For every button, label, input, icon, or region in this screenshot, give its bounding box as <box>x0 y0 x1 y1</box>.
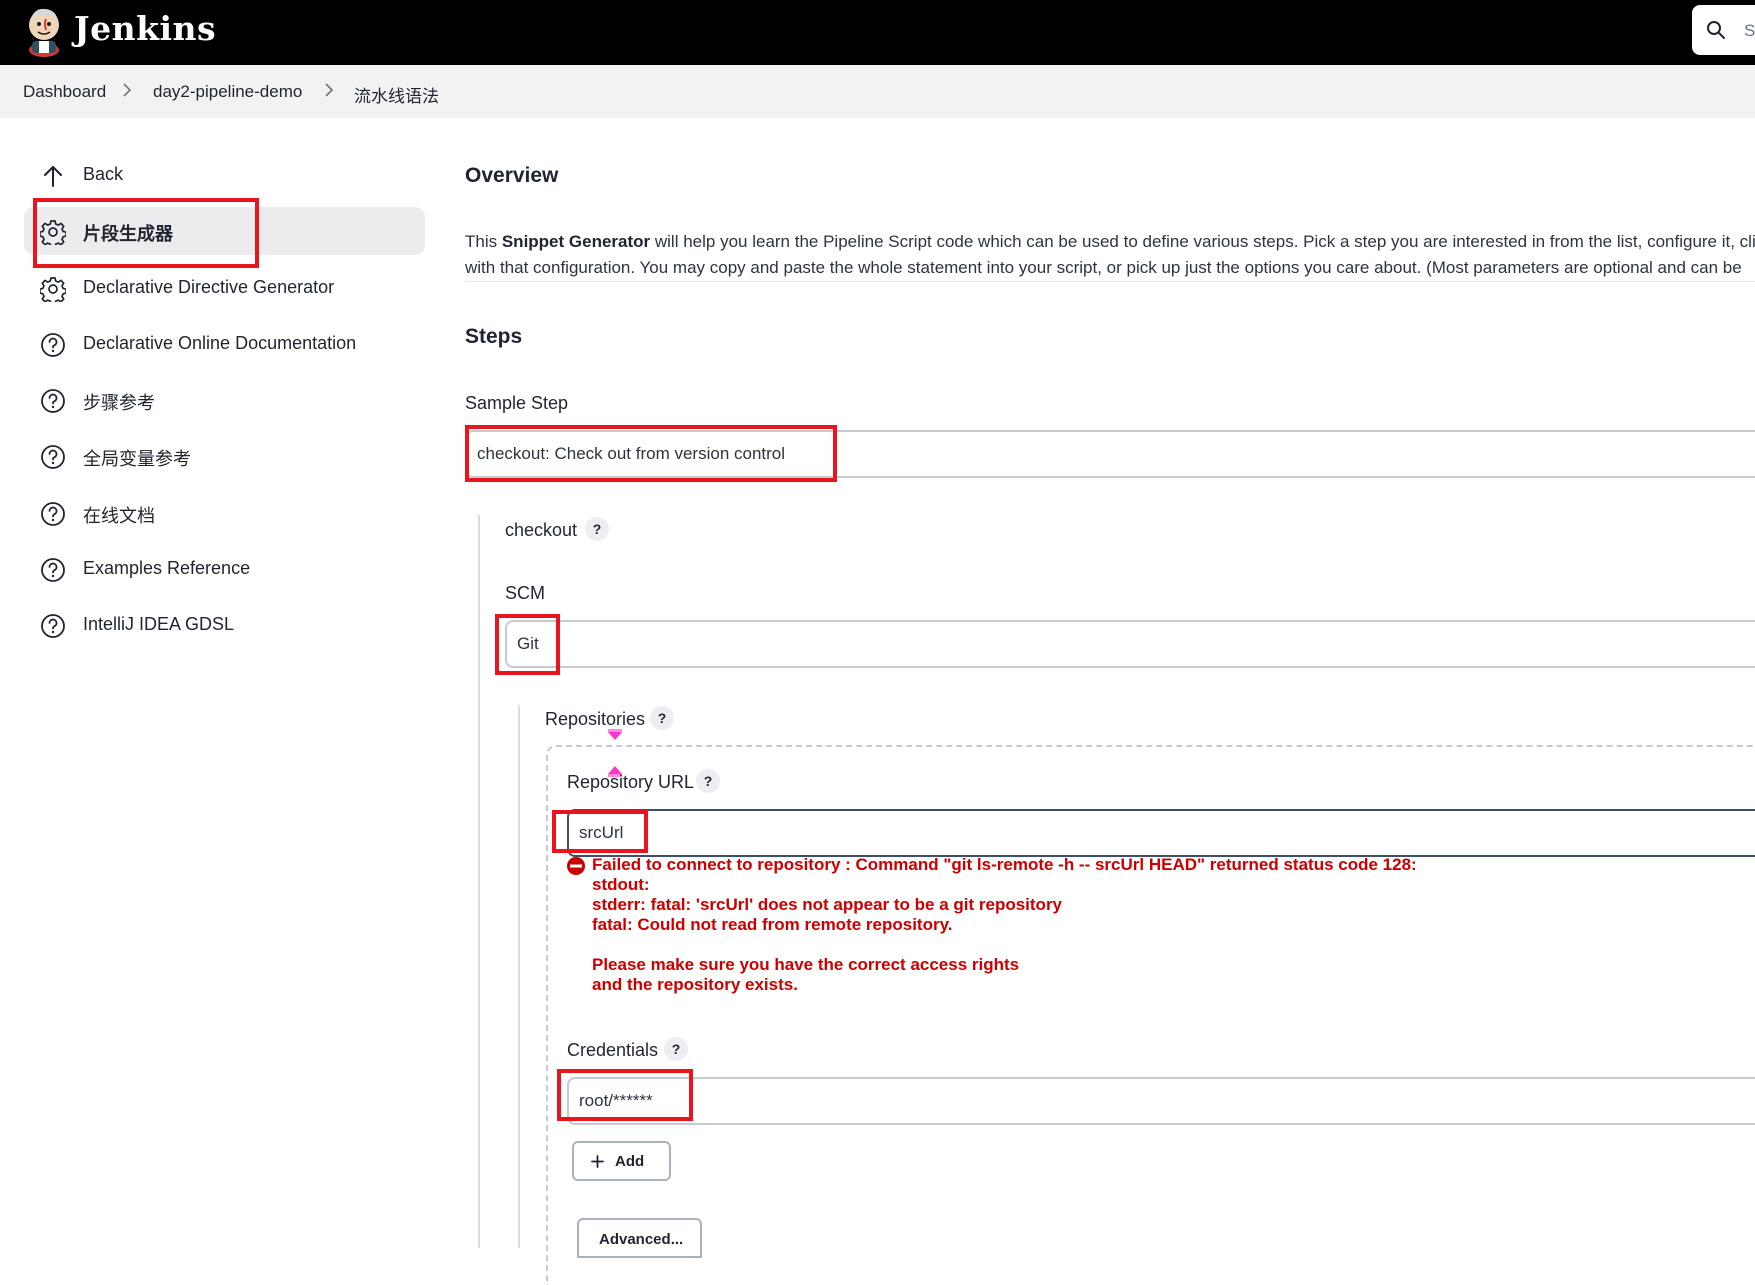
help-circle-icon <box>41 502 65 526</box>
top-header: Jenkins S <box>0 0 1755 65</box>
breadcrumb-job[interactable]: day2-pipeline-demo <box>153 82 302 102</box>
sidebar-item-online-docs[interactable]: 在线文档 <box>24 489 425 537</box>
divider <box>465 281 1755 282</box>
chevron-right-icon <box>325 83 334 97</box>
snippet-generator-emphasis: Snippet Generator <box>501 232 651 251</box>
help-circle-icon <box>41 614 65 638</box>
arrow-up-icon <box>44 166 62 187</box>
credentials-select[interactable]: root/****** <box>567 1077 1755 1125</box>
sidebar-item-label: Declarative Online Documentation <box>83 333 357 353</box>
brand-title[interactable]: Jenkins <box>74 9 216 48</box>
sidebar-item-back[interactable]: Back <box>24 151 425 199</box>
sidebar-item-online-documentation[interactable]: Declarative Online Documentation <box>24 320 425 368</box>
overview-description-line-1: This Snippet Generator will help you lea… <box>465 232 1755 251</box>
repositories-help-icon[interactable]: ? <box>650 706 674 730</box>
search-box[interactable]: S <box>1692 5 1755 55</box>
highlight-box-credentials <box>557 1069 693 1121</box>
credentials-help-icon[interactable]: ? <box>664 1037 688 1061</box>
sidebar-item-directive-generator[interactable]: Declarative Directive Generator <box>24 264 425 312</box>
error-icon <box>567 857 585 875</box>
breadcrumb: Dashboard day2-pipeline-demo 流水线语法 <box>0 65 1755 118</box>
repository-url-label: Repository URL <box>567 772 695 792</box>
help-circle-icon <box>41 389 65 413</box>
sidebar-item-examples-reference[interactable]: Examples Reference <box>24 545 425 593</box>
sidebar-item-label: 步骤参考 <box>83 393 155 413</box>
search-icon <box>1707 21 1725 39</box>
jenkins-logo-icon[interactable] <box>22 5 66 57</box>
gear-icon <box>40 277 66 302</box>
breadcrumb-pipeline-syntax[interactable]: 流水线语法 <box>354 82 439 107</box>
highlight-box-scm <box>495 614 560 675</box>
plus-icon <box>591 1155 604 1168</box>
help-circle-icon <box>41 333 65 357</box>
help-circle-icon <box>41 445 65 469</box>
sidebar-item-label: IntelliJ IDEA GDSL <box>83 614 235 634</box>
overview-description-line-2: with that configuration. You may copy an… <box>465 258 1742 277</box>
section-indent-line <box>478 515 480 1248</box>
repositories-label: Repositories <box>545 709 646 729</box>
credentials-label: Credentials <box>567 1040 659 1060</box>
add-button-label: Add <box>615 1153 645 1170</box>
sidebar-item-label: Declarative Directive Generator <box>83 277 335 297</box>
highlight-box-snippet-generator <box>33 198 259 268</box>
sidebar-item-label: Examples Reference <box>83 558 251 578</box>
highlight-box-repository-url <box>552 810 648 853</box>
highlight-box-sample-step <box>465 425 837 482</box>
sidebar-item-label: 在线文档 <box>83 506 155 526</box>
drag-handle-icon <box>608 729 622 740</box>
help-circle-icon <box>41 558 65 582</box>
overview-title: Overview <box>465 164 559 187</box>
steps-title: Steps <box>465 325 523 348</box>
checkout-help-icon[interactable]: ? <box>585 517 609 541</box>
sidebar-item-global-variables[interactable]: 全局变量参考 <box>24 432 425 480</box>
add-credentials-button[interactable]: Add <box>572 1141 671 1181</box>
sidebar-item-label: Back <box>83 164 124 184</box>
advanced-button[interactable]: Advanced... <box>577 1218 702 1258</box>
sidebar-item-intellij-gdsl[interactable]: IntelliJ IDEA GDSL <box>24 601 425 649</box>
advanced-button-label: Advanced... <box>599 1231 684 1248</box>
search-input[interactable]: S <box>1744 21 1755 41</box>
sample-step-label: Sample Step <box>465 393 569 413</box>
scm-label: SCM <box>505 583 545 603</box>
chevron-right-icon <box>123 83 132 97</box>
sidebar-item-steps-reference[interactable]: 步骤参考 <box>24 376 425 424</box>
repository-url-help-icon[interactable]: ? <box>696 769 720 793</box>
repositories-indent-line <box>518 705 520 1248</box>
scm-select[interactable]: Git <box>505 620 1755 668</box>
breadcrumb-dashboard[interactable]: Dashboard <box>23 82 106 102</box>
sidebar-item-label: 全局变量参考 <box>83 449 191 469</box>
repository-error-message: Failed to connect to repository : Comman… <box>592 855 1417 994</box>
repository-url-input[interactable]: srcUrl <box>567 809 1755 857</box>
checkout-label: checkout <box>505 520 578 540</box>
